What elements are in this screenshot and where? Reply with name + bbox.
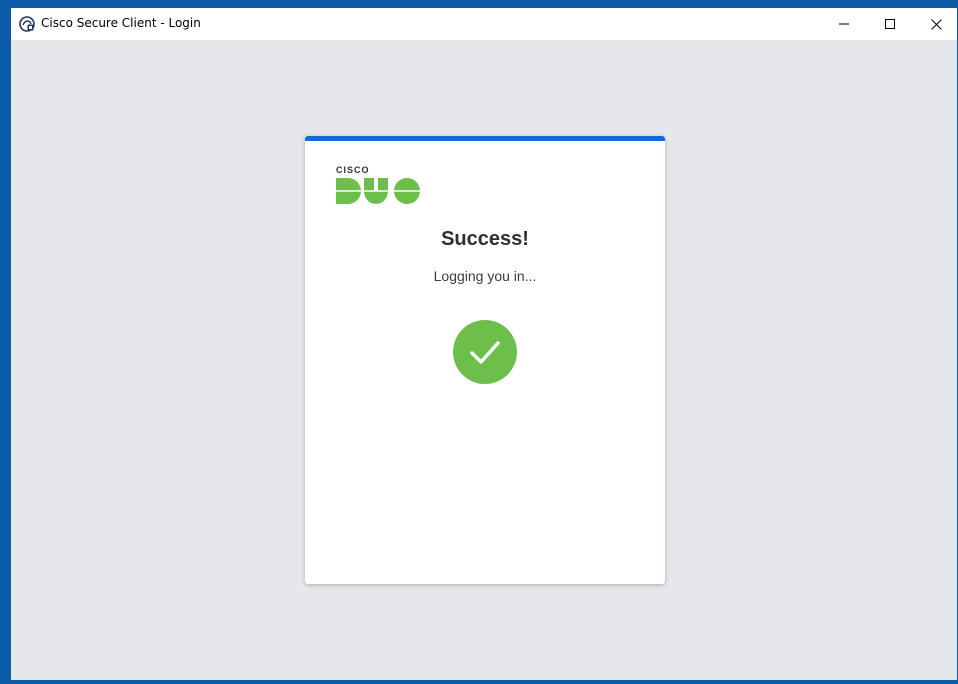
success-status: [453, 320, 517, 384]
check-icon: [470, 341, 500, 364]
card-accent-bar: [305, 136, 665, 141]
minimize-icon: [839, 23, 849, 25]
minimize-button[interactable]: [821, 8, 867, 40]
window-title: Cisco Secure Client - Login: [41, 16, 201, 30]
duo-logo-icon: [336, 178, 420, 204]
maximize-icon: [885, 19, 895, 29]
logo-cisco-text: CISCO: [336, 165, 370, 175]
title-bar[interactable]: Cisco Secure Client - Login: [11, 8, 957, 40]
close-button[interactable]: [913, 8, 958, 40]
status-message: Logging you in...: [433, 268, 537, 284]
maximize-button[interactable]: [867, 8, 913, 40]
content-area: CISCO Success! Logging you in...: [11, 40, 957, 680]
app-window: Cisco Secure Client - Login CISCO Succes…: [10, 7, 958, 681]
success-heading: Success!: [441, 228, 529, 250]
login-card: CISCO Success! Logging you in...: [305, 136, 665, 584]
close-icon: [930, 18, 942, 30]
cisco-secure-client-icon: [19, 16, 35, 32]
cisco-duo-logo: CISCO: [336, 165, 420, 207]
